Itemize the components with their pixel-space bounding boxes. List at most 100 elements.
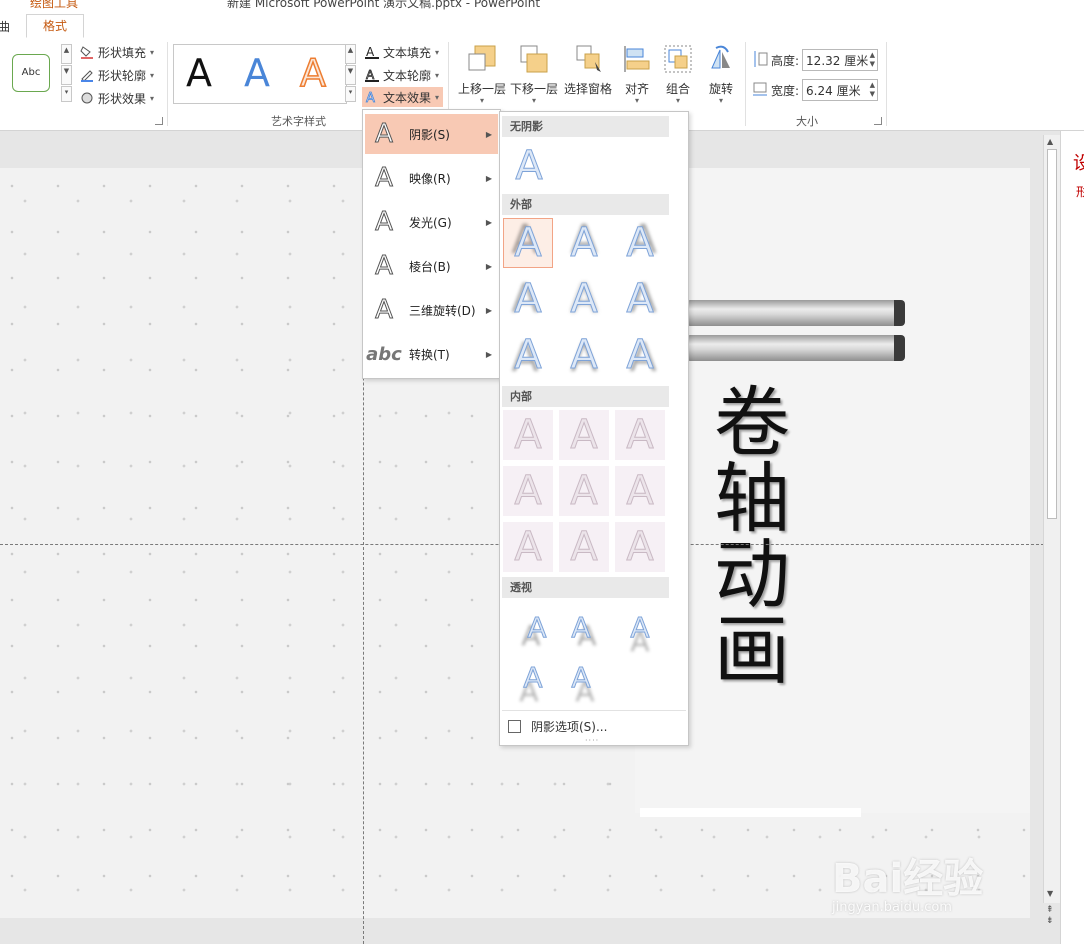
outer-shadow-option[interactable]: A bbox=[503, 218, 553, 268]
outer-shadow-option[interactable]: A bbox=[559, 218, 609, 268]
scrollbar-thumb[interactable] bbox=[1047, 149, 1057, 519]
perspective-shadow-option[interactable]: A bbox=[556, 602, 606, 652]
inner-shadow-option[interactable]: A bbox=[559, 466, 609, 516]
shape-fill-button[interactable]: 形状填充 ▾ bbox=[80, 42, 154, 62]
wordart-style-blue[interactable]: A bbox=[244, 51, 270, 95]
gallery-scroll-down[interactable]: ▼ bbox=[61, 65, 72, 85]
section-header-inner: 内部 bbox=[502, 386, 669, 407]
scroll-roller-bottom[interactable] bbox=[687, 335, 899, 361]
dialog-launcher-icon[interactable] bbox=[155, 117, 163, 125]
menu-item-glow[interactable]: A 发光(G) ▶ bbox=[365, 202, 498, 242]
text-effects-label: 文本效果 bbox=[383, 90, 432, 105]
shadow-none-option[interactable]: A bbox=[504, 141, 554, 191]
shape-style-sample[interactable]: Abc bbox=[12, 54, 50, 92]
outer-shadow-option[interactable]: A bbox=[559, 330, 609, 380]
chevron-down-icon: ▾ bbox=[435, 47, 440, 57]
shadow-preview-glyph: A bbox=[570, 468, 598, 515]
chevron-down-icon: ▾ bbox=[150, 93, 155, 103]
shadow-preview-glyph: A bbox=[630, 610, 650, 644]
outer-shadow-option[interactable]: A bbox=[615, 274, 665, 324]
scroll-roller-top[interactable] bbox=[687, 300, 899, 326]
shape-effects-button[interactable]: 形状效果 ▾ bbox=[80, 88, 154, 108]
wordart-scroll-down[interactable]: ▼ bbox=[345, 65, 356, 85]
width-spinner[interactable]: ▲ ▼ bbox=[870, 81, 875, 99]
reflection-A-icon: A bbox=[375, 163, 394, 194]
text-fill-label: 文本填充 bbox=[383, 45, 432, 60]
outer-shadow-option[interactable]: A bbox=[503, 274, 553, 324]
inner-shadow-option[interactable]: A bbox=[615, 466, 665, 516]
scroll-down-arrow-icon[interactable]: ▼ bbox=[1047, 889, 1053, 898]
paint-bucket-icon bbox=[80, 45, 94, 59]
selection-pane-button[interactable]: 选择窗格 bbox=[564, 44, 612, 97]
submenu-arrow-icon: ▶ bbox=[485, 173, 492, 183]
inner-shadow-option[interactable]: A bbox=[559, 522, 609, 572]
inner-shadow-option[interactable]: A bbox=[559, 410, 609, 460]
text-outline-button[interactable]: A 文本轮廓 ▾ bbox=[365, 65, 439, 85]
wordart-style-black[interactable]: A bbox=[186, 51, 212, 95]
inner-shadow-option[interactable]: A bbox=[503, 522, 553, 572]
slide-vertical-title[interactable]: 卷轴动画 bbox=[693, 382, 790, 686]
height-spinner[interactable]: ▲ ▼ bbox=[870, 51, 875, 69]
shadow-gallery: 无阴影 A 外部 A A A A A A A A A 内部 A A A A A … bbox=[499, 111, 689, 746]
menu-item-label: 映像(R) bbox=[409, 171, 451, 186]
menu-item-reflection[interactable]: A 映像(R) ▶ bbox=[365, 158, 498, 198]
inner-shadow-option[interactable]: A bbox=[503, 410, 553, 460]
bring-forward-button[interactable]: 上移一层 ▾ bbox=[458, 44, 506, 105]
wordart-more[interactable]: ▾ bbox=[345, 86, 356, 102]
selection-pane-icon bbox=[573, 45, 603, 77]
width-input[interactable]: 6.24 厘米 ▲ ▼ bbox=[802, 79, 879, 101]
rotate-button[interactable]: 旋转 ▾ bbox=[706, 44, 736, 105]
size-dialog-launcher-icon[interactable] bbox=[874, 117, 882, 125]
shadow-preview-glyph: A bbox=[626, 332, 654, 379]
shadow-preview-glyph: A bbox=[570, 524, 598, 571]
inner-shadow-option[interactable]: A bbox=[615, 410, 665, 460]
align-button[interactable]: 对齐 ▾ bbox=[622, 44, 652, 105]
text-fill-button[interactable]: A 文本填充 ▾ bbox=[365, 42, 439, 62]
send-backward-button[interactable]: 下移一层 ▾ bbox=[510, 44, 558, 105]
perspective-shadow-option[interactable]: A bbox=[556, 652, 606, 702]
wordart-scroll-up[interactable]: ▲ bbox=[345, 44, 356, 64]
height-input[interactable]: 12.32 厘米 ▲ ▼ bbox=[802, 49, 879, 71]
vertical-scrollbar[interactable]: ▲ ▼ bbox=[1043, 135, 1060, 903]
scroll-up-arrow-icon[interactable]: ▲ bbox=[1047, 137, 1053, 146]
tab-format[interactable]: 格式 bbox=[26, 14, 84, 38]
shadow-preview-glyph: A bbox=[626, 220, 654, 267]
text-effects-button[interactable]: A 文本效果 ▾ bbox=[362, 87, 444, 107]
submenu-arrow-icon: ▶ bbox=[485, 261, 492, 271]
resize-grip-icon[interactable]: ···· bbox=[585, 736, 599, 745]
bring-forward-label: 上移一层 bbox=[458, 82, 507, 96]
perspective-shadow-option[interactable]: A bbox=[508, 652, 558, 702]
perspective-shadow-option[interactable]: A bbox=[615, 602, 665, 652]
svg-text:A: A bbox=[366, 45, 375, 59]
menu-item-transform[interactable]: abc 转换(T) ▶ bbox=[365, 334, 498, 374]
ribbon-tab-row: 曲 格式 bbox=[0, 14, 1084, 39]
inner-shadow-option[interactable]: A bbox=[615, 522, 665, 572]
menu-item-shadow[interactable]: A 阴影(S) ▶ bbox=[365, 114, 498, 154]
chevron-down-icon: ▾ bbox=[718, 96, 723, 105]
scroll-bottom-strip bbox=[640, 808, 861, 817]
shape-outline-button[interactable]: 形状轮廓 ▾ bbox=[80, 65, 154, 85]
outer-shadow-option[interactable]: A bbox=[559, 274, 609, 324]
outer-shadow-option[interactable]: A bbox=[615, 330, 665, 380]
outer-shadow-option[interactable]: A bbox=[503, 330, 553, 380]
inner-shadow-option[interactable]: A bbox=[503, 466, 553, 516]
menu-item-bevel[interactable]: A 棱台(B) ▶ bbox=[365, 246, 498, 286]
chevron-down-icon: ▾ bbox=[532, 96, 537, 105]
menu-item-3d-rotation[interactable]: A 三维旋转(D) ▶ bbox=[365, 290, 498, 330]
gallery-scroll-up[interactable]: ▲ bbox=[61, 44, 72, 64]
group-button[interactable]: 组合 ▾ bbox=[663, 44, 693, 105]
outer-shadow-option[interactable]: A bbox=[615, 218, 665, 268]
tab-partial[interactable]: 曲 bbox=[0, 18, 10, 35]
shadow-preview-glyph: A bbox=[514, 412, 542, 459]
chevron-down-icon: ▾ bbox=[675, 96, 680, 105]
wordart-style-gallery: A A A bbox=[173, 44, 347, 104]
shadow-preview-glyph: A bbox=[515, 143, 543, 190]
align-icon bbox=[622, 46, 652, 77]
width-icon bbox=[752, 80, 768, 101]
page-nav-icon[interactable]: ⇞ ⇟ bbox=[1046, 905, 1054, 927]
wordart-style-orange[interactable]: A bbox=[299, 50, 327, 96]
title-bar: 绘图工具 新建 Microsoft PowerPoint 演示文稿.pptx -… bbox=[0, 0, 1084, 14]
gallery-more[interactable]: ▾ bbox=[61, 86, 72, 102]
baidu-watermark: Bai经验 jingyan.baidu.com bbox=[832, 846, 1032, 918]
perspective-shadow-option[interactable]: A bbox=[512, 602, 562, 652]
